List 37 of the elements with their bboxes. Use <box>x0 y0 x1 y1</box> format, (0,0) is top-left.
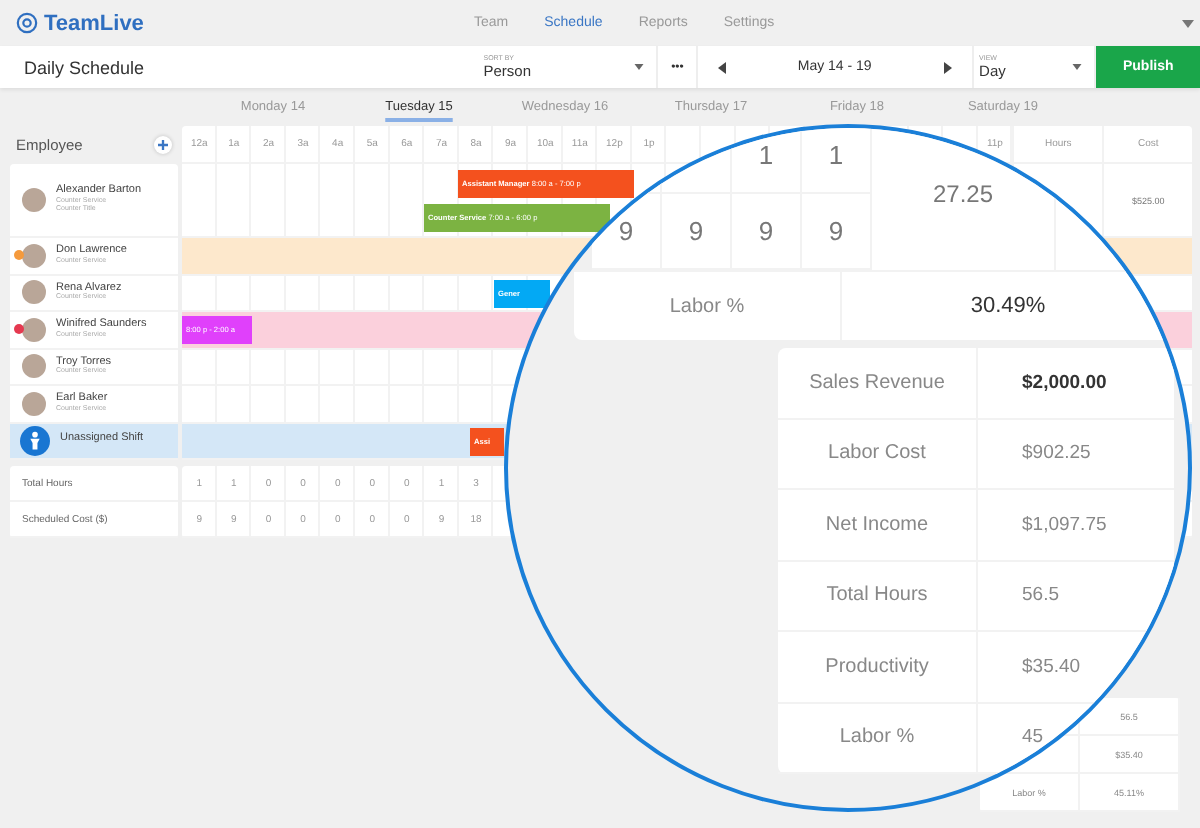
person-icon <box>20 425 50 456</box>
page-title: Daily Schedule <box>22 57 147 77</box>
summary-value: 45 <box>1022 726 1044 749</box>
avatar <box>22 243 46 268</box>
brand-name: TeamLive <box>44 11 144 35</box>
summary-label: Labor % <box>839 726 915 749</box>
summary-value: $35.40 <box>1022 655 1081 678</box>
summary-value: $1,097.75 <box>1022 513 1107 536</box>
previous-icon[interactable] <box>718 61 727 73</box>
total-hours-value: 27.25 <box>932 180 994 208</box>
total-value: 9 <box>758 216 774 246</box>
total-value: 1 <box>758 140 774 170</box>
next-icon[interactable] <box>943 61 952 73</box>
avatar <box>22 317 46 342</box>
caret-icon <box>634 64 645 70</box>
summary-label: Net Income <box>825 513 929 536</box>
avatar <box>22 354 46 379</box>
summary-label: Sales Revenue <box>809 371 945 394</box>
summary-value: $902.25 <box>1022 442 1091 465</box>
logo-icon <box>16 12 38 34</box>
caret-icon[interactable] <box>1182 20 1194 28</box>
summary-label: Total Hours <box>826 584 928 607</box>
summary-label: Labor Cost <box>828 442 926 465</box>
avatar <box>22 188 46 212</box>
add-button[interactable] <box>154 136 172 154</box>
summary-label: Labor % <box>669 295 745 317</box>
summary-label: Productivity <box>825 655 929 678</box>
summary-value: $2,000.00 <box>1022 371 1107 394</box>
total-value: 9 <box>618 216 634 246</box>
total-value: 9 <box>828 216 844 246</box>
summary-value: 56.5 <box>1022 584 1059 607</box>
avatar <box>22 280 46 305</box>
caret-icon <box>1072 64 1083 70</box>
total-value: 9 <box>688 216 704 246</box>
summary-value: 30.49% <box>970 294 1046 318</box>
avatar <box>22 391 46 416</box>
total-value: 1 <box>828 140 844 170</box>
